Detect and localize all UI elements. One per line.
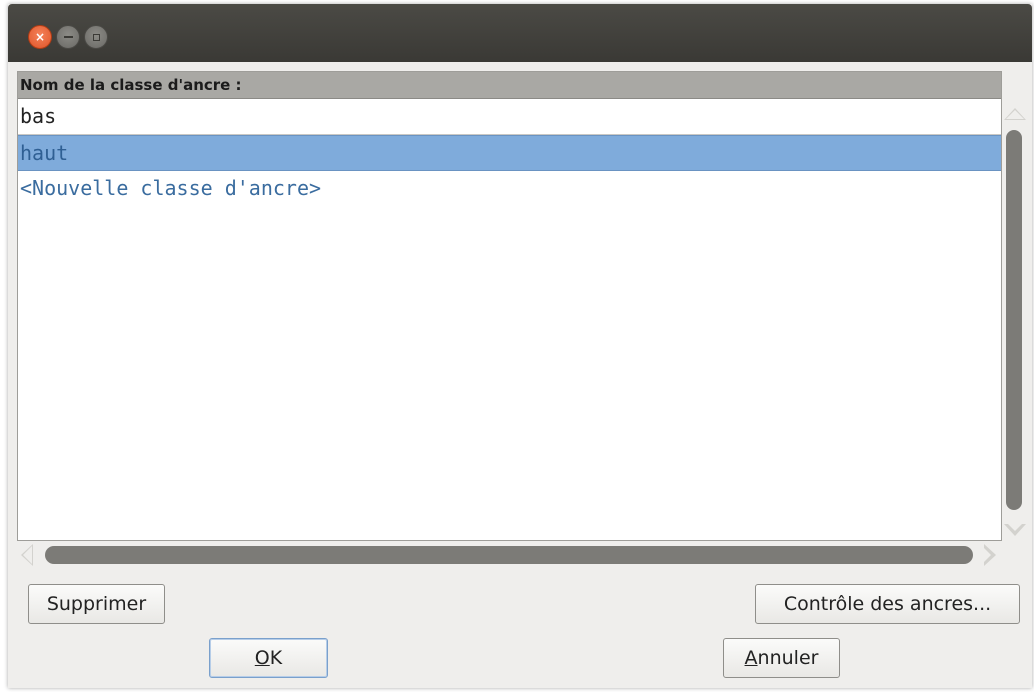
title-bar: × xyxy=(8,4,1032,62)
scroll-up-icon[interactable] xyxy=(1004,108,1026,120)
ok-button[interactable]: OK xyxy=(209,638,328,678)
ok-label: K xyxy=(269,647,283,669)
anchor-control-button[interactable]: Contrôle des ancres... xyxy=(755,584,1020,624)
ok-mnemonic: O xyxy=(254,647,270,669)
list-item-selected[interactable]: haut xyxy=(18,135,1001,171)
horizontal-scroll-thumb[interactable] xyxy=(45,546,973,564)
column-header[interactable]: Nom de la classe d'ancre : xyxy=(18,72,1001,99)
scroll-right-icon[interactable] xyxy=(982,544,996,566)
anchor-class-list: Nom de la classe d'ancre : bas haut <Nou… xyxy=(17,71,1002,541)
close-icon[interactable]: × xyxy=(28,25,52,49)
scroll-left-icon[interactable] xyxy=(21,544,33,566)
cancel-button[interactable]: Annuler xyxy=(723,638,840,678)
maximize-icon[interactable] xyxy=(84,25,108,49)
cancel-mnemonic: A xyxy=(744,647,758,669)
vertical-scrollbar[interactable] xyxy=(1002,102,1028,542)
minimize-icon[interactable] xyxy=(56,25,80,49)
vertical-scroll-thumb[interactable] xyxy=(1006,130,1022,510)
list-item-new[interactable]: <Nouvelle classe d'ancre> xyxy=(18,171,1001,207)
horizontal-scrollbar[interactable] xyxy=(17,541,1002,571)
anchor-class-dialog: × Nom de la classe d'ancre : bas haut <N… xyxy=(8,4,1032,688)
list-item[interactable]: bas xyxy=(18,99,1001,135)
delete-button[interactable]: Supprimer xyxy=(28,584,165,624)
cancel-label: nnuler xyxy=(757,647,819,669)
scroll-down-icon[interactable] xyxy=(1004,522,1026,536)
